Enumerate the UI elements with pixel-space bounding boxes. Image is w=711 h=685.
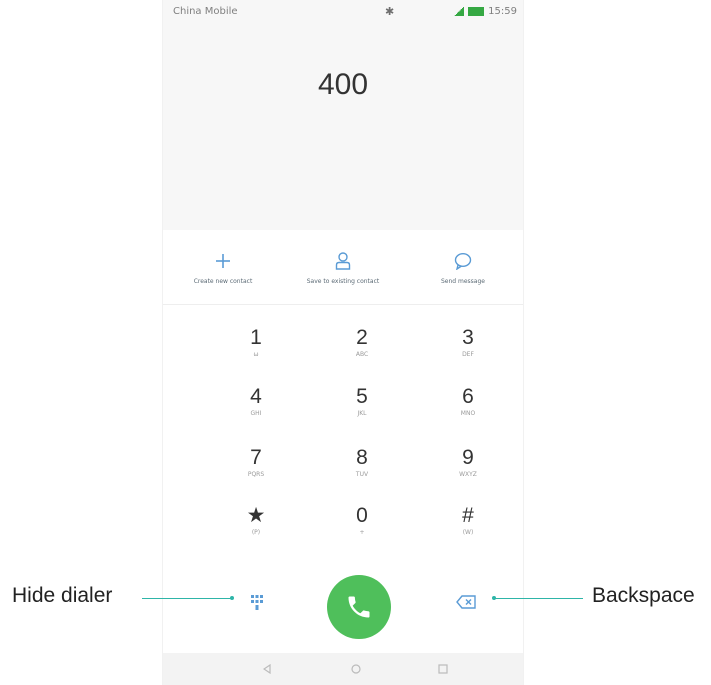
key-6[interactable]: 6 MNO xyxy=(428,385,508,437)
nav-recents-button[interactable] xyxy=(435,661,451,677)
create-new-contact-label: Create new contact xyxy=(193,277,253,285)
key-digit: 7 xyxy=(250,446,262,469)
key-digit: 6 xyxy=(462,385,474,408)
save-to-existing-contact-button[interactable]: Save to existing contact xyxy=(288,249,398,286)
key-digit: 5 xyxy=(356,385,368,408)
key-letters: (P) xyxy=(251,529,261,536)
backspace-callout-dot xyxy=(492,596,496,600)
key-star[interactable]: ★ (P) xyxy=(216,504,296,556)
phone-icon xyxy=(348,596,370,618)
key-letters: MNO xyxy=(460,410,476,417)
navigation-bar xyxy=(163,653,523,685)
key-digit: 8 xyxy=(356,446,368,469)
key-letters: ω xyxy=(253,351,259,358)
key-0[interactable]: 0 + xyxy=(322,504,402,556)
send-message-label: Send message xyxy=(441,277,485,285)
backspace-button[interactable] xyxy=(452,592,480,612)
key-digit: 2 xyxy=(356,326,368,349)
key-letters: DEF xyxy=(462,351,474,358)
backspace-icon xyxy=(456,595,476,609)
signal-icon xyxy=(454,7,465,16)
key-letters: GHI xyxy=(250,410,262,417)
message-icon xyxy=(408,249,518,273)
key-letters: (W) xyxy=(462,529,474,536)
key-2[interactable]: 2 ABC xyxy=(322,326,402,378)
key-letters: PQRS xyxy=(247,471,265,478)
status-bar: China Mobile ✱ 15:59 xyxy=(163,0,523,24)
person-icon xyxy=(288,249,398,273)
create-new-contact-button[interactable]: Create new contact xyxy=(168,249,278,286)
phone-screen: China Mobile ✱ 15:59 400 Create new cont… xyxy=(163,0,523,685)
call-button[interactable] xyxy=(327,575,391,639)
status-right-group: 15:59 xyxy=(454,6,517,17)
key-5[interactable]: 5 JKL xyxy=(322,385,402,437)
key-3[interactable]: 3 DEF xyxy=(428,326,508,378)
hide-dialer-callout-dot xyxy=(230,596,234,600)
key-1[interactable]: 1 ω xyxy=(216,326,296,378)
dialpad-collapse-icon xyxy=(251,595,263,610)
recents-square-icon xyxy=(438,664,448,674)
send-message-button[interactable]: Send message xyxy=(408,249,518,286)
key-letters: JKL xyxy=(357,410,367,417)
nav-back-button[interactable] xyxy=(259,661,275,677)
key-4[interactable]: 4 GHI xyxy=(216,385,296,437)
battery-icon xyxy=(468,7,485,16)
key-letters: WXYZ xyxy=(459,471,477,478)
hide-dialer-button[interactable] xyxy=(243,588,271,616)
key-digit: 4 xyxy=(250,385,262,408)
hide-dialer-callout-line xyxy=(142,598,232,599)
page: China Mobile ✱ 15:59 400 Create new cont… xyxy=(0,0,711,685)
key-digit: 3 xyxy=(462,326,474,349)
dialed-number-area: 400 xyxy=(163,24,523,230)
key-7[interactable]: 7 PQRS xyxy=(216,446,296,498)
key-9[interactable]: 9 WXYZ xyxy=(428,446,508,498)
bluetooth-icon: ✱ xyxy=(385,5,395,18)
key-8[interactable]: 8 TUV xyxy=(322,446,402,498)
backspace-callout-line xyxy=(494,598,583,599)
key-letters: ABC xyxy=(355,351,369,358)
save-to-existing-contact-label: Save to existing contact xyxy=(306,277,380,285)
nav-home-button[interactable] xyxy=(348,661,364,677)
dialed-number[interactable]: 400 xyxy=(163,68,523,102)
status-time: 15:59 xyxy=(488,6,517,17)
hide-dialer-callout-label: Hide dialer xyxy=(12,584,113,607)
key-digit: ★ xyxy=(246,504,266,527)
back-triangle-icon xyxy=(263,664,271,674)
key-digit: 0 xyxy=(356,504,368,527)
key-letters: + xyxy=(359,529,365,536)
plus-icon xyxy=(168,249,278,273)
backspace-callout-label: Backspace xyxy=(592,584,695,607)
key-letters: TUV xyxy=(355,471,369,478)
home-circle-icon xyxy=(351,664,361,674)
carrier-name: China Mobile xyxy=(173,6,238,17)
quick-actions-bar: Create new contact Save to existing cont… xyxy=(163,230,523,305)
key-digit: 1 xyxy=(250,326,262,349)
key-digit: # xyxy=(462,504,474,527)
key-hash[interactable]: # (W) xyxy=(428,504,508,556)
keypad: 1 ω 2 ABC 3 DEF 4 GHI 5 JKL 6 MNO 7 PQRS… xyxy=(163,318,523,560)
key-digit: 9 xyxy=(462,446,474,469)
